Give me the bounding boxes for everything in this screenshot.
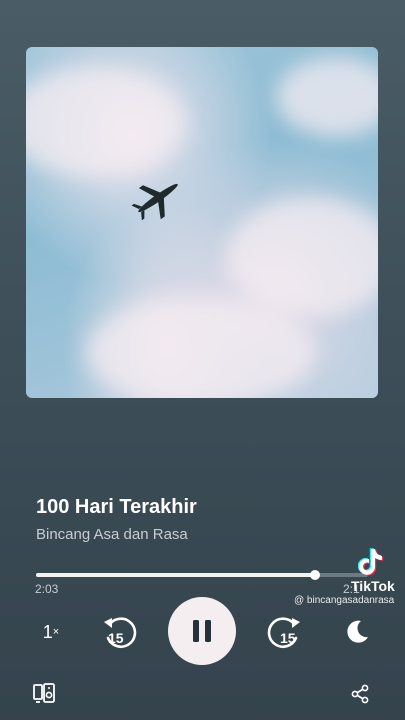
cover-artwork <box>26 47 378 398</box>
skip-back-seconds: 15 <box>108 630 124 646</box>
cloud <box>226 197 378 317</box>
speed-value: 1 <box>42 621 53 642</box>
share-icon <box>351 684 369 704</box>
playback-speed-button[interactable]: 1 × <box>36 619 66 645</box>
connect-device-icon <box>33 683 55 703</box>
moon-icon <box>347 620 368 643</box>
cloud <box>276 57 378 137</box>
cloud <box>86 297 316 398</box>
pause-button[interactable] <box>168 597 236 665</box>
connect-device-button[interactable] <box>32 681 56 705</box>
elapsed-time: 2:03 <box>35 582 59 596</box>
tiktok-brand-label: TikTok <box>351 578 395 594</box>
pause-icon <box>193 620 211 642</box>
tiktok-logo-icon <box>358 548 384 576</box>
airplane-image <box>131 183 178 221</box>
cloud <box>26 67 186 177</box>
progress-bar[interactable] <box>36 570 368 580</box>
tiktok-handle: @ bincangasadanrasa <box>294 595 395 606</box>
progress-fill <box>36 573 315 577</box>
speed-suffix: × <box>52 626 60 638</box>
show-name[interactable]: Bincang Asa dan Rasa <box>36 526 188 543</box>
share-button[interactable] <box>349 683 371 705</box>
skip-back-button[interactable]: 15 <box>100 612 140 652</box>
progress-thumb[interactable] <box>309 570 320 580</box>
skip-forward-seconds: 15 <box>280 630 296 646</box>
sleep-timer-button[interactable] <box>342 616 372 646</box>
skip-forward-button[interactable]: 15 <box>264 612 304 652</box>
episode-title[interactable]: 100 Hari Terakhir <box>36 496 197 519</box>
